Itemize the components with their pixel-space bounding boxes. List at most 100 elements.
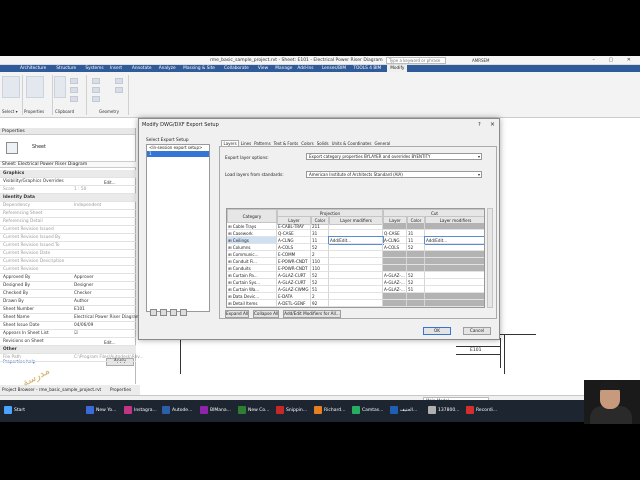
table-cell[interactable] [407, 223, 425, 230]
table-cell[interactable]: E-POWR-CNDT [277, 258, 311, 265]
table-cell[interactable]: 31 [311, 307, 329, 308]
table-row[interactable]: ⊞ Cable Trays E-CABL-TRAY 211 [227, 223, 484, 230]
tab-architecture[interactable]: Architecture [20, 66, 46, 71]
properties-button[interactable] [26, 76, 44, 98]
table-cell[interactable] [329, 300, 383, 307]
property-row[interactable]: Current Revision Issued To [0, 242, 136, 250]
expand-all-button[interactable]: Expand All [225, 310, 249, 318]
tab-analyze[interactable]: Analyze [159, 66, 176, 71]
table-cell[interactable] [425, 293, 484, 300]
property-row[interactable]: Revisions on Sheet Edit... [0, 338, 136, 346]
group-select[interactable]: Select ▾ [2, 109, 18, 114]
table-cell[interactable] [407, 293, 425, 300]
property-row[interactable]: Drawn By Author [0, 298, 136, 306]
table-cell[interactable]: A-COLS [277, 244, 311, 251]
property-row[interactable]: Dependency Independent [0, 202, 136, 210]
table-cell[interactable] [425, 279, 484, 286]
rename-setup-icon[interactable] [170, 309, 177, 316]
taskbar-item[interactable]: Camtas... [352, 404, 383, 418]
taskbar-item[interactable]: Recordi... [466, 404, 497, 418]
property-row[interactable]: File Path C:\Program Files\Autodesk\Rev..… [0, 354, 144, 362]
setup-list[interactable]: <In-session export setup> 1 [146, 144, 210, 312]
property-row[interactable]: Visibility/Graphics Overrides Edit... [0, 178, 136, 186]
match-icon[interactable] [70, 96, 78, 102]
table-scrollbar[interactable] [487, 208, 493, 308]
property-row[interactable]: Sheet Name Electrical Power Riser Diagram [0, 314, 140, 322]
copy-icon[interactable] [70, 87, 78, 93]
table-cell[interactable] [383, 293, 407, 300]
property-row[interactable]: Current Revision Description [0, 258, 136, 266]
taskbar-item[interactable]: Instagra... [124, 404, 157, 418]
table-cell[interactable] [407, 258, 425, 265]
table-row[interactable]: ⊞ Conduit Fi... E-POWR-CNDT 110 [227, 258, 484, 265]
table-cell[interactable] [329, 251, 383, 258]
table-cell[interactable]: Add/Edit... [328, 236, 384, 245]
table-cell[interactable]: 11 [407, 237, 425, 244]
table-cell[interactable]: 31 [407, 230, 425, 237]
table-cell[interactable] [425, 265, 484, 272]
taskbar-item[interactable]: New Co... [238, 404, 269, 418]
property-row[interactable]: Sheet Number E101 [0, 306, 136, 314]
table-cell[interactable]: A-GLAZ-... [383, 279, 407, 286]
table-cell[interactable]: 31 [407, 307, 425, 308]
table-cell[interactable]: Add/Edit... [424, 236, 484, 245]
table-cell[interactable] [329, 272, 383, 279]
tab-annotate[interactable]: Annotate [132, 66, 152, 71]
window-controls[interactable]: – ▢ ✕ [592, 57, 637, 63]
table-cell[interactable]: E-CABL-TRAY [277, 223, 311, 230]
tab-view[interactable]: View [258, 66, 268, 71]
table-cell[interactable] [407, 265, 425, 272]
duplicate-setup-icon[interactable] [160, 309, 167, 316]
table-cell[interactable] [329, 286, 383, 293]
table-cell[interactable]: 31 [311, 230, 329, 237]
table-cell[interactable]: Q-CASE [277, 230, 311, 237]
tab-lenses-bim[interactable]: Lenses/BIM [322, 66, 346, 71]
property-row[interactable]: Approved By Approver [0, 274, 136, 282]
property-row[interactable]: Current Revision [0, 266, 136, 274]
cut-icon[interactable] [70, 78, 78, 84]
load-layers-select[interactable]: American Institute of Architects Standar… [306, 171, 482, 178]
table-cell[interactable] [383, 265, 407, 272]
table-cell[interactable] [329, 279, 383, 286]
table-cell[interactable] [383, 251, 407, 258]
search-input[interactable]: Type a keyword or phrase [386, 57, 446, 64]
table-row[interactable]: ⊞ Curtain Pa... A-GLAZ-CURT 52 A-GLAZ-... 52 [227, 272, 484, 279]
table-cell[interactable]: 51 [311, 286, 329, 293]
table-cell[interactable]: 211 [311, 223, 329, 230]
table-cell[interactable]: 52 [311, 279, 329, 286]
table-row[interactable]: ⊞ Detail Items A-DETL-GENF 92 [227, 300, 484, 307]
table-cell[interactable] [425, 272, 484, 279]
setup-item[interactable]: <In-session export setup> [147, 145, 209, 151]
paste-button[interactable] [54, 76, 66, 98]
table-cell[interactable] [329, 307, 383, 308]
table-row[interactable]: ⊞ Casework Q-CASE 31 Q-CASE 31 [227, 230, 484, 237]
join-icon[interactable] [92, 96, 100, 102]
cope-icon[interactable] [92, 78, 100, 84]
table-cell[interactable] [329, 230, 383, 237]
tab-systems[interactable]: Systems [85, 66, 103, 71]
table-cell[interactable]: 52 [407, 244, 425, 251]
table-cell[interactable]: 11 [311, 237, 329, 244]
paint-icon[interactable] [115, 87, 123, 93]
table-cell[interactable]: 52 [311, 244, 329, 251]
taskbar-item[interactable]: Autode... [162, 404, 192, 418]
table-cell[interactable] [407, 251, 425, 258]
modify-button[interactable] [2, 76, 20, 98]
help-button[interactable]: ? [478, 122, 481, 128]
table-cell[interactable] [329, 258, 383, 265]
table-cell[interactable] [329, 223, 383, 230]
tab-massing-site[interactable]: Massing & Site [183, 66, 215, 71]
table-cell[interactable] [383, 300, 407, 307]
table-cell[interactable]: A-DOOR [277, 307, 311, 308]
table-cell[interactable]: 51 [407, 286, 425, 293]
property-row[interactable]: Designed By Designer [0, 282, 136, 290]
table-row[interactable]: ⊞ Curtain Sys... A-GLAZ-CURT 52 A-GLAZ-... 5… [227, 279, 484, 286]
table-cell[interactable] [425, 251, 484, 258]
cut-geometry-icon[interactable] [92, 87, 100, 93]
table-cell[interactable] [383, 258, 407, 265]
table-cell[interactable]: A-CLNG [277, 237, 311, 244]
table-cell[interactable]: A-GLAZ-... [383, 272, 407, 279]
table-cell[interactable] [425, 286, 484, 293]
taskbar-item[interactable]: 137800... [428, 404, 459, 418]
table-cell[interactable] [425, 300, 484, 307]
